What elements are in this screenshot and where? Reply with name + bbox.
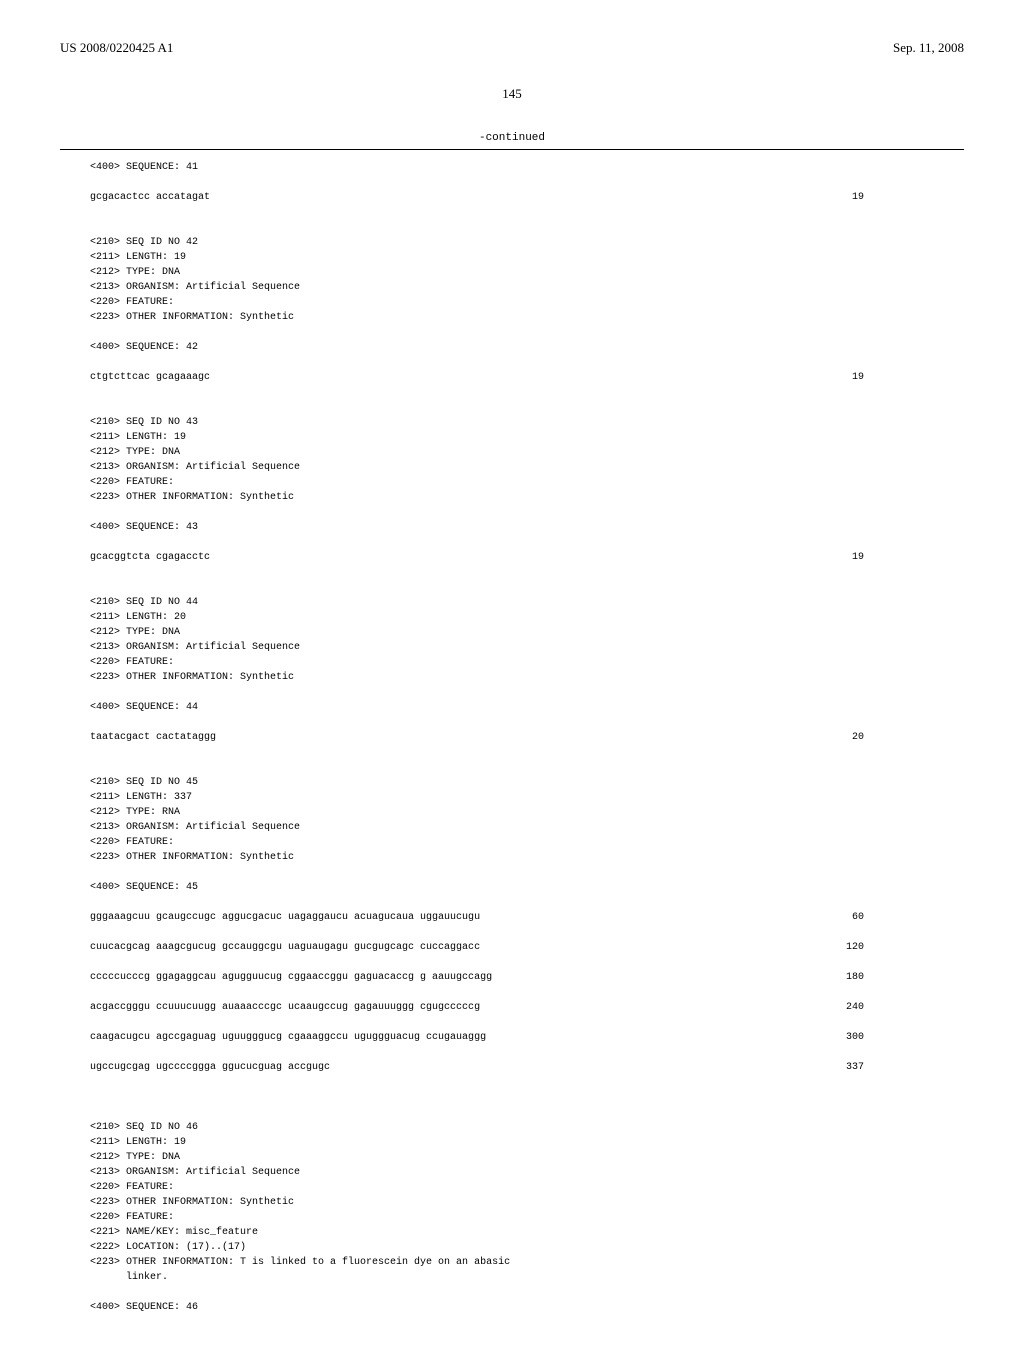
sequence-data-line: gggaaagcuu gcaugccugc aggucgacuc uagagga… bbox=[90, 910, 964, 925]
blank-line bbox=[90, 1285, 964, 1300]
sequence-header-line: <400> SEQUENCE: 46 bbox=[90, 1300, 964, 1315]
sequence-block: <400> SEQUENCE: 41 gcgacactcc accatagat 19 bbox=[90, 160, 964, 205]
sequence-header-line: <223> OTHER INFORMATION: Synthetic bbox=[90, 1195, 964, 1210]
sequence-block: <210> SEQ ID NO 43<211> LENGTH: 19<212> … bbox=[90, 415, 964, 565]
sequence-header-line: <220> FEATURE: bbox=[90, 1210, 964, 1225]
sequence-header-line: <213> ORGANISM: Artificial Sequence bbox=[90, 640, 964, 655]
sequence-header-line: <210> SEQ ID NO 45 bbox=[90, 775, 964, 790]
sequence-position: 20 bbox=[852, 730, 964, 745]
sequence-header-line: <211> LENGTH: 20 bbox=[90, 610, 964, 625]
sequence-header-line: <210> SEQ ID NO 44 bbox=[90, 595, 964, 610]
sequence-header-line: <220> FEATURE: bbox=[90, 835, 964, 850]
sequence-header-line: <213> ORGANISM: Artificial Sequence bbox=[90, 1165, 964, 1180]
sequence-data-line: ugccugcgag ugccccggga ggucucguag accgugc… bbox=[90, 1060, 964, 1075]
sequence-text: taatacgact cactataggg bbox=[90, 730, 216, 745]
sequence-text: ugccugcgag ugccccggga ggucucguag accgugc bbox=[90, 1060, 330, 1075]
sequence-header-line: <213> ORGANISM: Artificial Sequence bbox=[90, 460, 964, 475]
blank-line bbox=[90, 325, 964, 340]
sequence-header-line: <220> FEATURE: bbox=[90, 655, 964, 670]
sequence-header-line: <222> LOCATION: (17)..(17) bbox=[90, 1240, 964, 1255]
sequence-block: <210> SEQ ID NO 42<211> LENGTH: 19<212> … bbox=[90, 235, 964, 385]
sequence-block: <210> SEQ ID NO 45<211> LENGTH: 337<212>… bbox=[90, 775, 964, 1090]
sequence-header-line: <223> OTHER INFORMATION: T is linked to … bbox=[90, 1255, 964, 1270]
sequence-text: ctgtcttcac gcagaaagc bbox=[90, 370, 210, 385]
sequence-position: 19 bbox=[852, 370, 964, 385]
sequence-header-line: <223> OTHER INFORMATION: Synthetic bbox=[90, 670, 964, 685]
sequence-header-line: <400> SEQUENCE: 45 bbox=[90, 880, 964, 895]
sequence-data-line: taatacgact cactataggg 20 bbox=[90, 730, 964, 745]
sequence-text: cccccucccg ggagaggcau agugguucug cggaacc… bbox=[90, 970, 492, 985]
divider-line bbox=[60, 149, 964, 150]
page-number: 145 bbox=[60, 86, 964, 102]
sequence-header-line: <211> LENGTH: 19 bbox=[90, 1135, 964, 1150]
sequence-position: 19 bbox=[852, 550, 964, 565]
sequence-header-line: <212> TYPE: DNA bbox=[90, 625, 964, 640]
sequence-data-line: caagacugcu agccgaguag uguugggucg cgaaagg… bbox=[90, 1030, 964, 1045]
sequence-text: cuucacgcag aaagcgucug gccauggcgu uaguaug… bbox=[90, 940, 480, 955]
continued-label: -continued bbox=[60, 132, 964, 144]
sequence-header-line: <223> OTHER INFORMATION: Synthetic bbox=[90, 490, 964, 505]
sequence-data-line: gcacggtcta cgagacctc 19 bbox=[90, 550, 964, 565]
sequence-data-line: acgaccgggu ccuuucuugg auaaacccgc ucaaugc… bbox=[90, 1000, 964, 1015]
sequence-header-line: <210> SEQ ID NO 42 bbox=[90, 235, 964, 250]
sequence-header-line: <210> SEQ ID NO 46 bbox=[90, 1120, 964, 1135]
sequence-header-line: <400> SEQUENCE: 42 bbox=[90, 340, 964, 355]
sequence-data-line: ctgtcttcac gcagaaagc 19 bbox=[90, 370, 964, 385]
page-header: US 2008/0220425 A1 Sep. 11, 2008 bbox=[60, 40, 964, 56]
sequence-header-line: <220> FEATURE: bbox=[90, 1180, 964, 1195]
publication-date: Sep. 11, 2008 bbox=[893, 40, 964, 56]
sequence-header-line: <211> LENGTH: 19 bbox=[90, 430, 964, 445]
sequences-container: <400> SEQUENCE: 41 gcgacactcc accatagat 19… bbox=[60, 160, 964, 1345]
sequence-position: 60 bbox=[852, 910, 964, 925]
sequence-text: acgaccgggu ccuuucuugg auaaacccgc ucaaugc… bbox=[90, 1000, 480, 1015]
sequence-header-line: <220> FEATURE: bbox=[90, 295, 964, 310]
sequence-position: 19 bbox=[852, 190, 964, 205]
sequence-header-line: linker. bbox=[90, 1270, 964, 1285]
sequence-text: gcgacactcc accatagat bbox=[90, 190, 210, 205]
sequence-header-line: <212> TYPE: DNA bbox=[90, 445, 964, 460]
sequence-position: 337 bbox=[846, 1060, 964, 1075]
sequence-header-line: <213> ORGANISM: Artificial Sequence bbox=[90, 820, 964, 835]
sequence-data-line: cccccucccg ggagaggcau agugguucug cggaacc… bbox=[90, 970, 964, 985]
sequence-data-line: cuucacgcag aaagcgucug gccauggcgu uaguaug… bbox=[90, 940, 964, 955]
blank-line bbox=[90, 685, 964, 700]
sequence-header-line: <213> ORGANISM: Artificial Sequence bbox=[90, 280, 964, 295]
sequence-text: gcacggtcta cgagacctc bbox=[90, 550, 210, 565]
sequence-header-line: <400> SEQUENCE: 44 bbox=[90, 700, 964, 715]
sequence-block: <210> SEQ ID NO 46<211> LENGTH: 19<212> … bbox=[90, 1120, 964, 1315]
blank-line bbox=[90, 505, 964, 520]
sequence-header-line: <220> FEATURE: bbox=[90, 475, 964, 490]
sequence-text: gggaaagcuu gcaugccugc aggucgacuc uagagga… bbox=[90, 910, 480, 925]
sequence-header-line: <211> LENGTH: 337 bbox=[90, 790, 964, 805]
blank-line bbox=[90, 865, 964, 880]
sequence-text: caagacugcu agccgaguag uguugggucg cgaaagg… bbox=[90, 1030, 486, 1045]
sequence-position: 240 bbox=[846, 1000, 964, 1015]
sequence-header-line: <400> SEQUENCE: 43 bbox=[90, 520, 964, 535]
sequence-data-line: gcgacactcc accatagat 19 bbox=[90, 190, 964, 205]
sequence-header-line: <223> OTHER INFORMATION: Synthetic bbox=[90, 850, 964, 865]
publication-number: US 2008/0220425 A1 bbox=[60, 40, 173, 56]
sequence-position: 300 bbox=[846, 1030, 964, 1045]
sequence-header-line: <212> TYPE: DNA bbox=[90, 265, 964, 280]
sequence-header-line: <210> SEQ ID NO 43 bbox=[90, 415, 964, 430]
sequence-header-line: <211> LENGTH: 19 bbox=[90, 250, 964, 265]
sequence-block: <210> SEQ ID NO 44<211> LENGTH: 20<212> … bbox=[90, 595, 964, 745]
sequence-position: 120 bbox=[846, 940, 964, 955]
sequence-position: 180 bbox=[846, 970, 964, 985]
sequence-header-line: <212> TYPE: RNA bbox=[90, 805, 964, 820]
sequence-header-line: <212> TYPE: DNA bbox=[90, 1150, 964, 1165]
sequence-header-line: <400> SEQUENCE: 41 bbox=[90, 160, 964, 175]
sequence-header-line: <223> OTHER INFORMATION: Synthetic bbox=[90, 310, 964, 325]
sequence-header-line: <221> NAME/KEY: misc_feature bbox=[90, 1225, 964, 1240]
